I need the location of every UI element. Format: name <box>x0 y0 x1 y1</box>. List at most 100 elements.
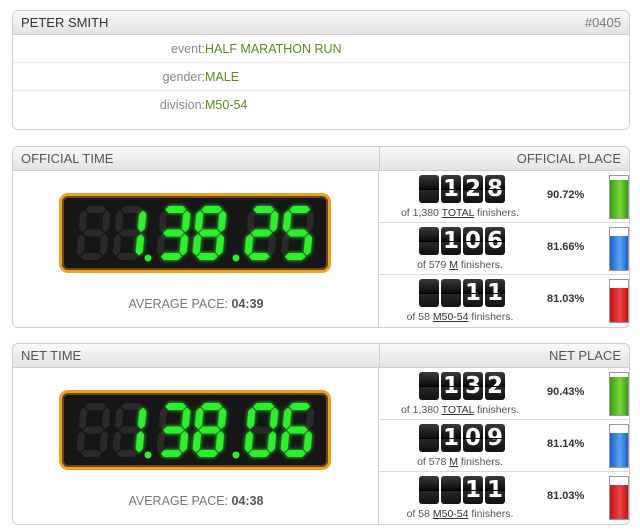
place-digit: 0 <box>463 424 483 452</box>
place-digit: 0 <box>463 227 483 255</box>
pace-label: AVERAGE PACE: <box>128 297 229 311</box>
place-percent: 81.66% <box>547 241 585 253</box>
place-percent: 90.72% <box>547 189 585 201</box>
place-digit <box>419 227 439 255</box>
place-percent: 81.03% <box>547 490 585 502</box>
place-percent: 81.03% <box>547 293 585 305</box>
clock-digit <box>244 403 279 457</box>
place-caption: of 58 M50-54 finishers. <box>379 311 541 323</box>
net-header: NET TIME NET PLACE <box>13 344 629 368</box>
finisher-suffix: finishers. <box>460 259 503 271</box>
percentile-bar <box>609 424 629 468</box>
place-row: 1 1 of 58 M50-54 finishers. 81.03% <box>379 275 629 327</box>
percentile-bar-fill <box>610 484 628 519</box>
info-row-event: event: HALF MARATHON RUN <box>13 35 629 63</box>
place-row: 1 1 of 58 M50-54 finishers. 81.03% <box>379 472 629 524</box>
place-digit: 8 <box>485 175 505 203</box>
place-digit: 6 <box>485 227 505 255</box>
clock-digit <box>76 403 111 457</box>
place-digit: 1 <box>463 279 483 307</box>
place-caption: of 58 M50-54 finishers. <box>379 508 541 520</box>
percentile-bar <box>609 372 629 416</box>
place-row: 1 0 6 of 579 M finishers. 81.66% <box>379 223 629 275</box>
finisher-count: of 578 <box>417 456 447 468</box>
percentile-bar <box>609 476 629 520</box>
info-value: M50-54 <box>205 98 248 112</box>
finisher-count: of 1,380 <box>400 207 439 219</box>
finisher-count: of 1,380 <box>400 404 439 416</box>
info-row-division: division: M50-54 <box>13 91 629 119</box>
place-digit <box>419 279 439 307</box>
clock-separator <box>232 451 240 459</box>
place-digit: 1 <box>441 227 461 255</box>
net-places: 1 3 2 of 1,380 TOTAL finishers. 90.43% 1 0 9 of … <box>379 368 629 524</box>
official-time-box: AVERAGE PACE: 04:39 <box>13 171 379 327</box>
place-digit: 2 <box>463 175 483 203</box>
clock-display <box>76 206 315 262</box>
official-header: OFFICIAL TIME OFFICIAL PLACE <box>13 147 629 171</box>
finisher-group-link[interactable]: M50-54 <box>433 508 469 520</box>
place-counter: 106 <box>419 227 505 255</box>
finisher-suffix: finishers. <box>471 508 514 520</box>
place-digit: 1 <box>441 372 461 400</box>
finisher-group-link[interactable]: M50-54 <box>433 311 469 323</box>
place-digit <box>419 372 439 400</box>
bib-number: #0405 <box>584 15 621 30</box>
net-average-pace: AVERAGE PACE: 04:38 <box>13 494 379 508</box>
net-time-box: AVERAGE PACE: 04:38 <box>13 368 379 524</box>
net-results-panel: NET TIME NET PLACE AVERAGE PACE: 04:38 1… <box>12 343 630 525</box>
place-counter: 11 <box>419 476 505 504</box>
finisher-group-link[interactable]: TOTAL <box>442 207 474 219</box>
place-digit <box>419 175 439 203</box>
official-time-title: OFFICIAL TIME <box>21 151 114 166</box>
percentile-bar <box>609 227 629 271</box>
place-row: 1 3 2 of 1,380 TOTAL finishers. 90.43% <box>379 368 629 420</box>
official-results-panel: OFFICIAL TIME OFFICIAL PLACE AVERAGE PAC… <box>12 146 630 328</box>
percentile-bar-fill <box>610 432 628 467</box>
finisher-group-link[interactable]: TOTAL <box>442 404 474 416</box>
official-time-clock <box>59 193 331 273</box>
place-counter: 132 <box>419 372 505 400</box>
place-digit: 2 <box>485 372 505 400</box>
finisher-group-link[interactable]: M <box>449 456 458 468</box>
athlete-info-panel: PETER SMITH #0405 event: HALF MARATHON R… <box>12 10 630 130</box>
place-counter: 128 <box>419 175 505 203</box>
clock-digit <box>280 403 315 457</box>
place-caption: of 1,380 TOTAL finishers. <box>379 207 541 219</box>
info-label: event: <box>170 42 205 56</box>
percentile-bar-fill <box>610 287 628 322</box>
place-digit: 1 <box>463 476 483 504</box>
place-caption: of 579 M finishers. <box>379 259 541 271</box>
percentile-bar-fill <box>610 377 628 415</box>
finisher-count: of 58 <box>406 311 430 323</box>
place-digit <box>441 279 461 307</box>
place-percent: 90.43% <box>547 386 585 398</box>
place-digit: 1 <box>485 279 505 307</box>
finisher-count: of 58 <box>406 508 430 520</box>
net-time-clock <box>59 390 331 470</box>
official-place-title: OFFICIAL PLACE <box>516 151 621 166</box>
percentile-bar <box>609 175 629 219</box>
place-digit: 3 <box>463 372 483 400</box>
place-digit: 1 <box>485 476 505 504</box>
net-place-title: NET PLACE <box>548 348 621 363</box>
clock-digit <box>112 206 147 260</box>
place-digit: 1 <box>441 175 461 203</box>
athlete-name: PETER SMITH <box>21 15 109 30</box>
finisher-group-link[interactable]: M <box>449 259 458 271</box>
percentile-bar <box>609 279 629 323</box>
clock-display <box>76 403 315 459</box>
info-value: HALF MARATHON RUN <box>205 42 342 56</box>
place-counter: 11 <box>419 279 505 307</box>
place-digit: 9 <box>485 424 505 452</box>
pace-value: 04:38 <box>231 494 264 508</box>
pace-label: AVERAGE PACE: <box>128 494 229 508</box>
info-label: division: <box>159 98 205 112</box>
info-label: gender: <box>162 70 205 84</box>
percentile-bar-fill <box>610 179 628 218</box>
clock-separator <box>232 254 240 262</box>
finisher-count: of 579 <box>417 259 447 271</box>
place-row: 1 2 8 of 1,380 TOTAL finishers. 90.72% <box>379 171 629 223</box>
info-row-gender: gender: MALE <box>13 63 629 91</box>
athlete-header: PETER SMITH #0405 <box>13 11 629 35</box>
